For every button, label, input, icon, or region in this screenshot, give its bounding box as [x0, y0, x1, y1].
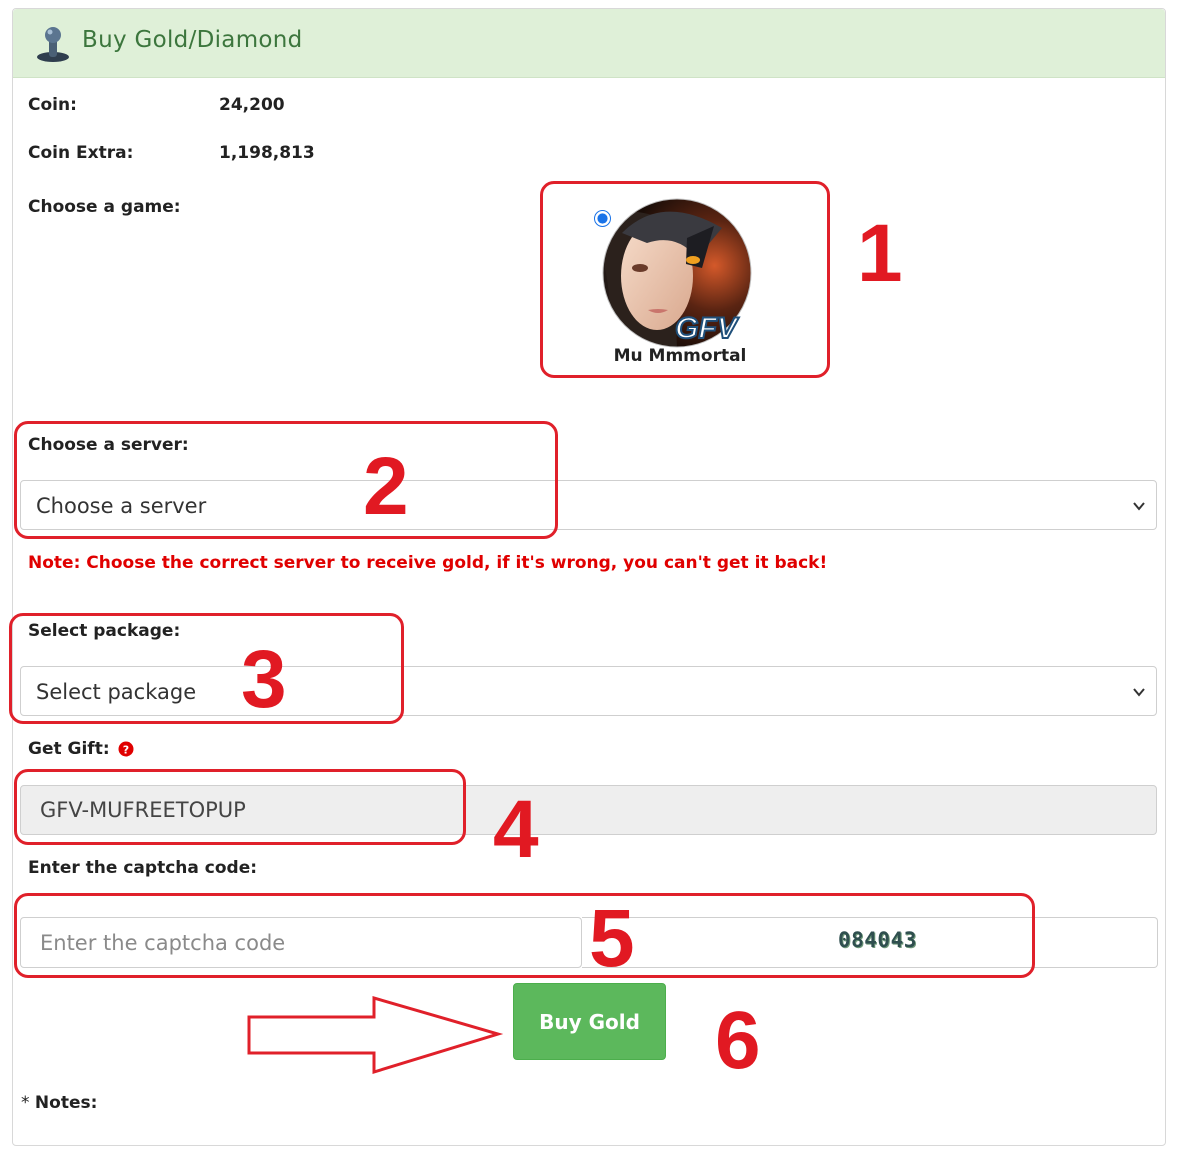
coin-extra-label: Coin Extra: — [28, 143, 134, 163]
captcha-label: Enter the captcha code: — [28, 858, 258, 878]
annotation-box-5 — [14, 893, 1035, 978]
coin-value: 24,200 — [219, 95, 285, 115]
coin-label: Coin: — [28, 95, 77, 115]
svg-text:?: ? — [123, 744, 129, 757]
question-circle-icon[interactable]: ? — [118, 741, 134, 757]
annotation-box-2 — [14, 421, 558, 539]
annotation-number-6: 6 — [715, 995, 761, 1086]
annotation-number-2: 2 — [363, 441, 409, 532]
arrow-right-icon — [247, 996, 504, 1075]
annotation-number-3: 3 — [241, 634, 287, 725]
annotation-box-1 — [540, 181, 830, 378]
annotation-number-1: 1 — [857, 208, 903, 299]
annotation-box-4 — [14, 769, 466, 845]
annotation-number-5: 5 — [589, 893, 635, 984]
joystick-icon — [37, 27, 69, 62]
chevron-down-icon — [1133, 502, 1145, 511]
panel-header: Buy Gold/Diamond — [13, 9, 1165, 78]
notes-text: Notes: — [34, 1093, 98, 1113]
annotation-box-3 — [9, 613, 404, 724]
server-warning-note: Note: Choose the correct server to recei… — [28, 553, 828, 573]
notes-star: * — [21, 1093, 30, 1113]
chevron-down-icon — [1133, 688, 1145, 697]
choose-game-label: Choose a game: — [28, 197, 181, 217]
notes-label: * Notes: — [21, 1093, 97, 1113]
annotation-number-4: 4 — [493, 784, 539, 875]
coin-extra-value: 1,198,813 — [219, 143, 315, 163]
buy-gold-button[interactable]: Buy Gold — [513, 983, 666, 1060]
get-gift-label: Get Gift: — [28, 739, 110, 759]
panel-title: Buy Gold/Diamond — [82, 27, 303, 53]
